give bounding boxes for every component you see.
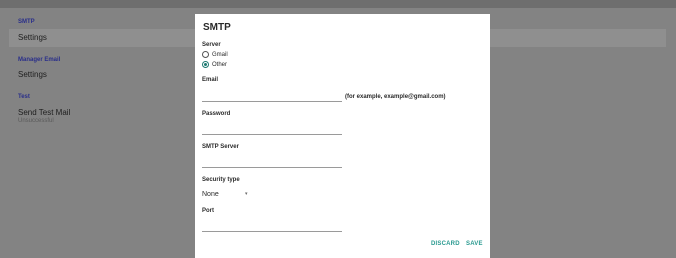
smtp-dialog: SMTP Server Gmail Other Email (for examp…	[195, 14, 490, 258]
smtp-server-label: SMTP Server	[202, 144, 239, 150]
password-label: Password	[202, 111, 231, 117]
section-header-test: Test	[18, 94, 30, 100]
discard-button[interactable]: DISCARD	[431, 241, 460, 247]
radio-checked-icon[interactable]	[202, 61, 209, 68]
sidebar-item-label: Settings	[18, 33, 47, 42]
email-label: Email	[202, 77, 219, 83]
radio-label: Other	[212, 61, 228, 68]
password-field[interactable]	[202, 124, 342, 135]
test-status: Unsuccessful	[18, 118, 54, 124]
security-type-value: None	[202, 190, 219, 198]
security-type-select[interactable]: None ▾	[202, 189, 252, 199]
sidebar-item-label: Settings	[18, 70, 47, 79]
save-button[interactable]: SAVE	[466, 241, 483, 247]
radio-unchecked-icon[interactable]	[202, 51, 209, 58]
top-bar	[0, 0, 676, 8]
email-field[interactable]	[202, 91, 342, 102]
section-header-manager-email: Manager Email	[18, 57, 61, 63]
server-option-other[interactable]: Other	[202, 61, 227, 68]
security-type-label: Security type	[202, 177, 240, 183]
sidebar-item-label: Send Test Mail	[18, 108, 71, 117]
port-label: Port	[202, 208, 214, 214]
server-option-gmail[interactable]: Gmail	[202, 51, 228, 58]
dialog-title: SMTP	[203, 22, 231, 33]
server-label: Server	[202, 42, 221, 48]
email-hint: (for example, example@gmail.com)	[345, 94, 446, 100]
port-field[interactable]	[202, 221, 342, 232]
chevron-down-icon: ▾	[245, 191, 248, 197]
smtp-server-field[interactable]	[202, 157, 342, 168]
radio-label: Gmail	[212, 51, 228, 58]
section-header-smtp: SMTP	[18, 19, 35, 25]
